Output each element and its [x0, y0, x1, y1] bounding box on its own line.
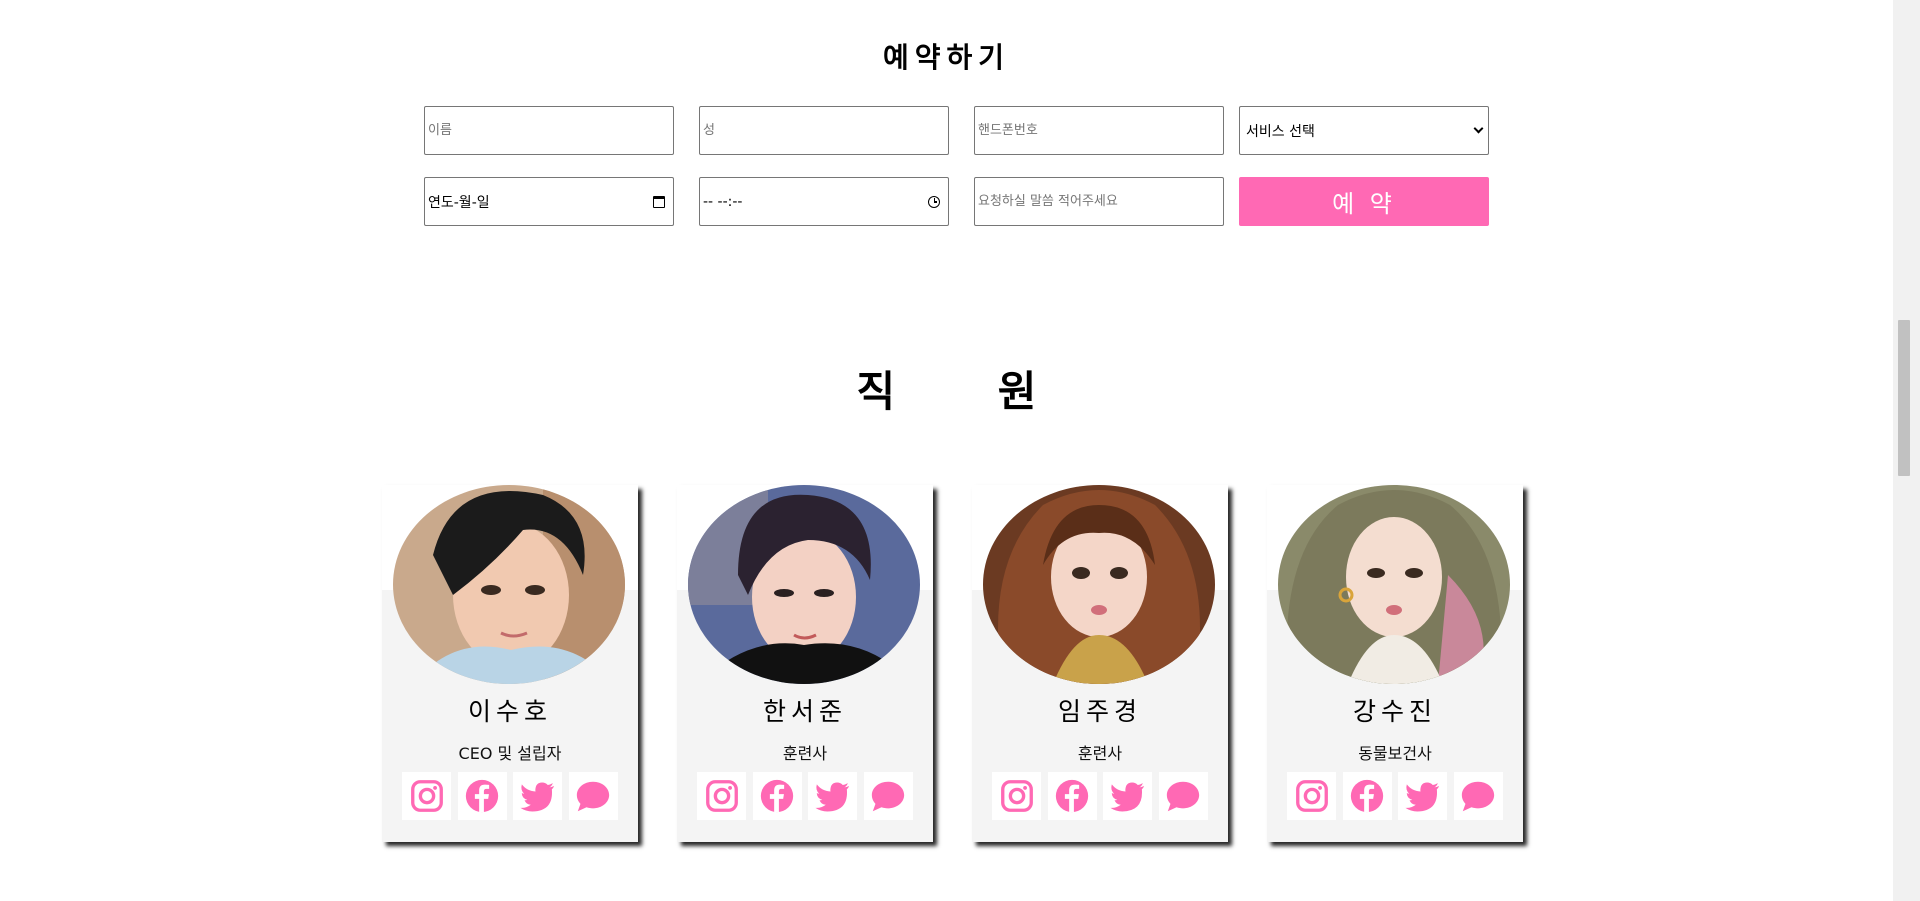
instagram-icon[interactable]	[992, 772, 1041, 820]
facebook-icon[interactable]	[457, 772, 507, 820]
page: 예약하기 서비스 선택 연도-월-일 -- --:-- 예 약 직 원	[0, 0, 1920, 901]
chat-bubble-icon[interactable]	[1158, 772, 1208, 820]
staff-card: 한서준 훈련사	[677, 485, 933, 842]
facebook-icon[interactable]	[752, 772, 802, 820]
service-select[interactable]: 서비스 선택	[1239, 106, 1489, 155]
staff-avatar	[1278, 485, 1510, 684]
message-input[interactable]	[974, 177, 1224, 226]
chat-bubble-icon[interactable]	[1453, 772, 1503, 820]
twitter-icon[interactable]	[1398, 772, 1448, 820]
instagram-icon[interactable]	[697, 772, 746, 820]
social-links	[992, 772, 1208, 820]
facebook-icon[interactable]	[1342, 772, 1392, 820]
staff-title: 직 원	[856, 367, 1081, 416]
page-scrollbar[interactable]	[1893, 0, 1920, 901]
staff-name: 임주경	[1057, 697, 1142, 726]
staff-role: 훈련사	[782, 744, 828, 763]
social-links	[697, 772, 913, 820]
chevron-down-icon	[1473, 123, 1484, 134]
chat-bubble-icon[interactable]	[568, 772, 618, 820]
social-links	[402, 772, 618, 820]
social-links	[1287, 772, 1503, 820]
instagram-icon[interactable]	[402, 772, 451, 820]
twitter-icon[interactable]	[513, 772, 563, 820]
staff-card: 임주경 훈련사	[972, 485, 1228, 842]
staff-card: 이수호 CEO 및 설립자	[382, 485, 638, 842]
time-input-value: -- --:--	[703, 193, 743, 210]
service-select-value: 서비스 선택	[1246, 123, 1315, 140]
twitter-icon[interactable]	[1103, 772, 1153, 820]
staff-role: 훈련사	[1077, 744, 1123, 763]
last-name-input[interactable]	[699, 106, 949, 155]
staff-role: 동물보건사	[1358, 744, 1432, 763]
reserve-button[interactable]: 예 약	[1239, 177, 1489, 226]
staff-name: 강수진	[1352, 697, 1437, 726]
staff-card: 강수진 동물보건사	[1267, 485, 1523, 842]
scrollbar-thumb[interactable]	[1898, 320, 1910, 476]
chat-bubble-icon[interactable]	[863, 772, 913, 820]
staff-avatar	[393, 485, 625, 684]
first-name-input[interactable]	[424, 106, 674, 155]
calendar-icon[interactable]	[653, 195, 665, 208]
phone-input[interactable]	[974, 106, 1224, 155]
staff-avatar	[688, 485, 920, 684]
date-input[interactable]: 연도-월-일	[424, 177, 674, 226]
date-input-value: 연도-월-일	[428, 194, 490, 211]
clock-icon[interactable]	[928, 195, 940, 208]
reservation-title: 예약하기	[882, 41, 1011, 74]
facebook-icon[interactable]	[1047, 772, 1097, 820]
staff-avatar	[983, 485, 1215, 684]
staff-name: 한서준	[762, 697, 847, 726]
twitter-icon[interactable]	[808, 772, 858, 820]
instagram-icon[interactable]	[1287, 772, 1336, 820]
staff-name: 이수호	[467, 697, 552, 726]
time-input[interactable]: -- --:--	[699, 177, 949, 226]
staff-role: CEO 및 설립자	[458, 744, 562, 763]
